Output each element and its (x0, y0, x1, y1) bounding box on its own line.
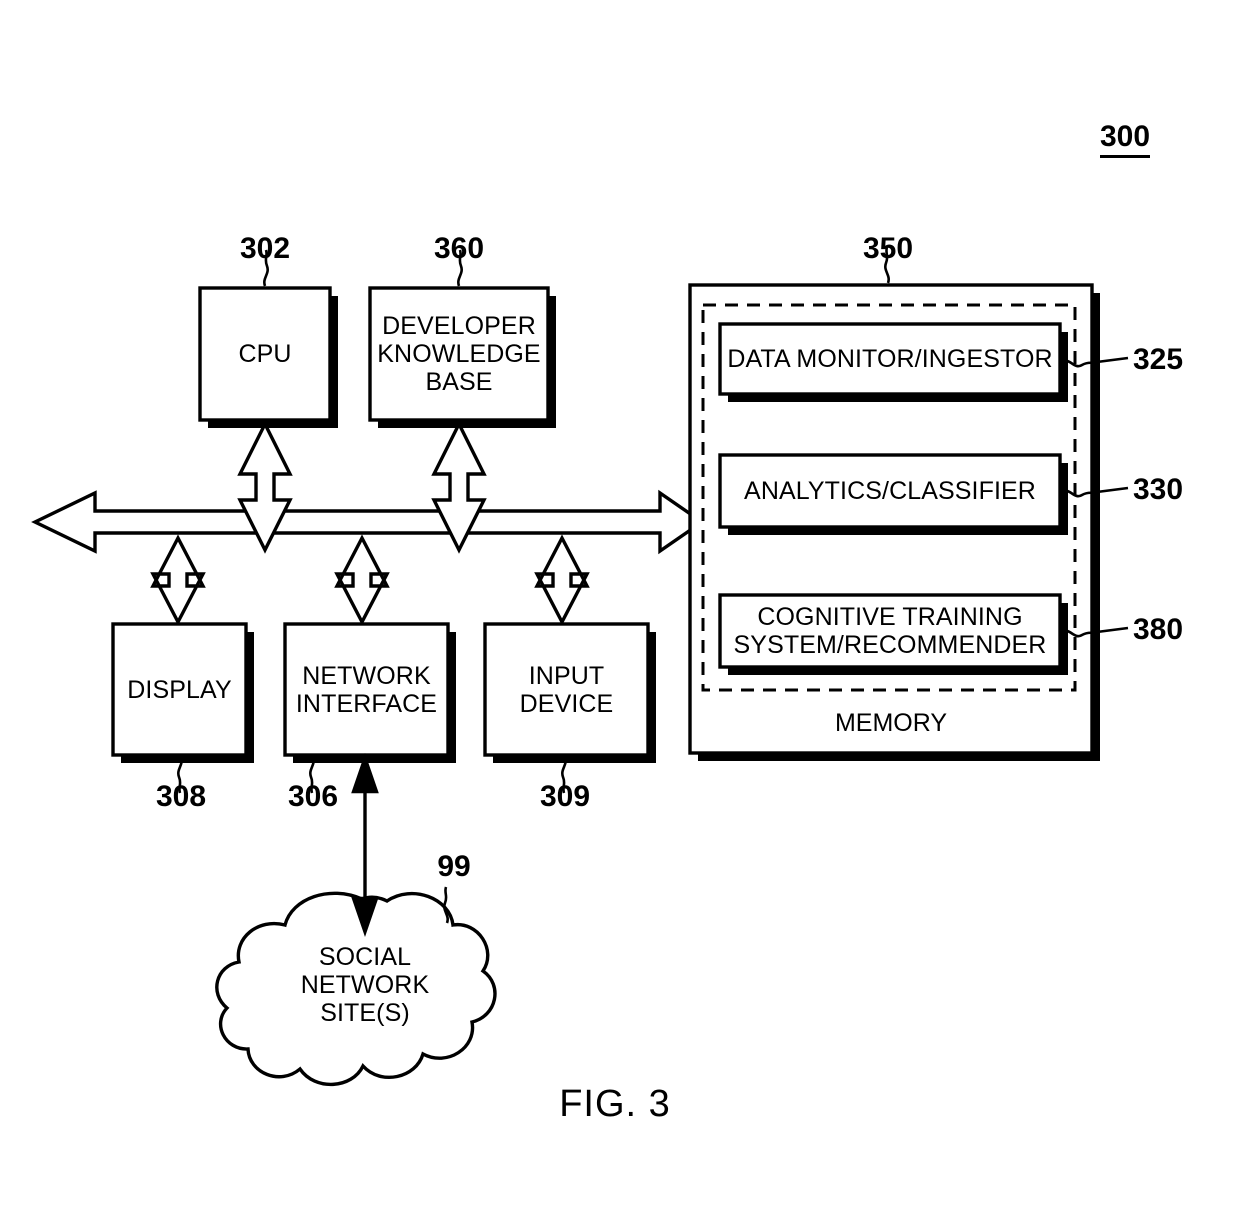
social-network-cloud (215, 891, 497, 1087)
display-block (111, 622, 254, 763)
memory-module-analytics (718, 453, 1068, 535)
network-interface-block (283, 622, 456, 763)
input-device-block (483, 622, 656, 763)
leader-360 (457, 249, 463, 287)
connector-network-cloud (351, 752, 379, 938)
memory-module-data-monitor (718, 322, 1068, 402)
leader-99 (443, 886, 449, 924)
connector-display-bus (150, 534, 206, 626)
cpu-block (198, 286, 338, 428)
leader-302 (263, 249, 269, 287)
memory-module-cognitive-training (718, 593, 1068, 675)
leader-350 (884, 246, 890, 284)
system-bus (31, 489, 705, 555)
figure-drawing-canvas: .ln { fill:none; stroke:#000; stroke-wid… (31, 246, 1129, 1087)
connector-input-device-bus (534, 534, 590, 626)
connector-network-interface-bus (334, 534, 390, 626)
patent-figure-300: .ln { fill:none; stroke:#000; stroke-wid… (0, 0, 1240, 1207)
developer-knowledge-base-block (368, 286, 556, 428)
